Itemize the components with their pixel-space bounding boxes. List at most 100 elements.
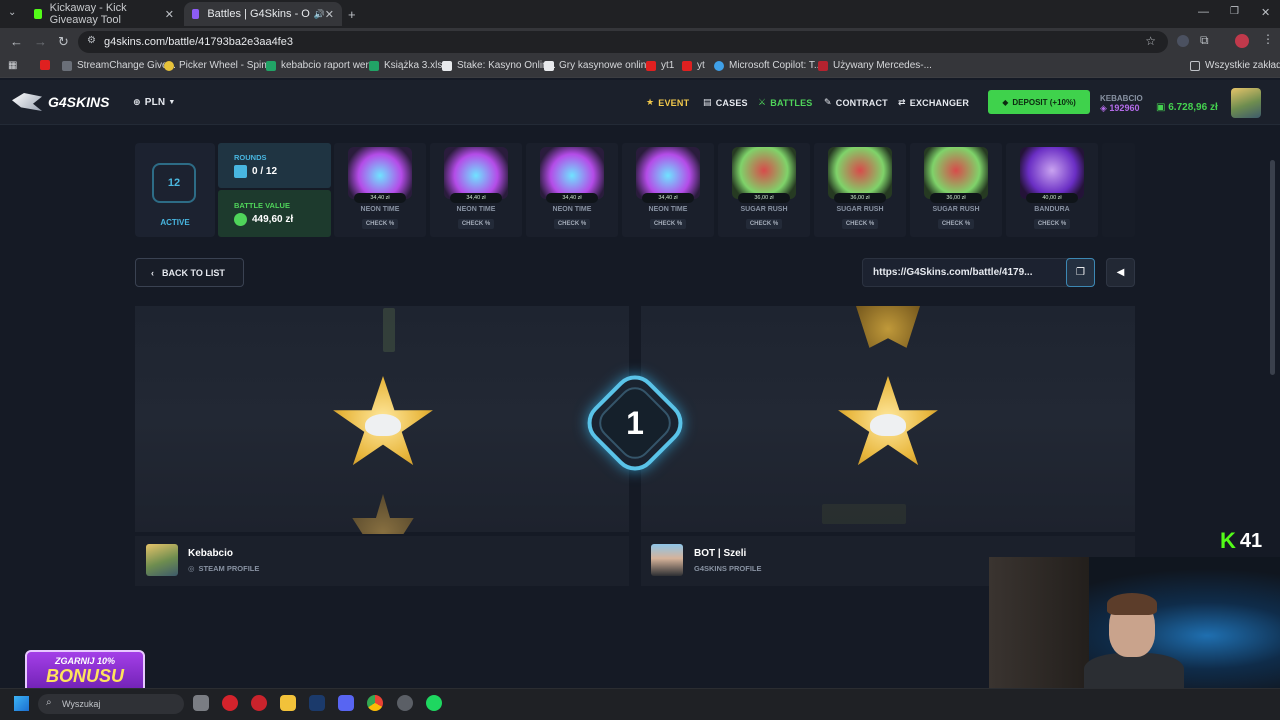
nav-battles[interactable]: ⚔ BATTLES <box>758 97 813 108</box>
g4skins-logo[interactable]: G4SKINS <box>12 93 109 111</box>
chrome-icon[interactable] <box>367 695 383 711</box>
nav-event[interactable]: ★ EVENT <box>646 97 689 108</box>
bookmark-picker-wheel[interactable]: Picker Wheel - Spin... <box>164 60 275 71</box>
bookmark-copilot[interactable]: Microsoft Copilot: T... <box>714 60 822 71</box>
task-view-icon[interactable] <box>193 695 209 711</box>
tab-close-icon[interactable]: ✕ <box>325 8 334 21</box>
file-explorer-icon[interactable] <box>280 695 296 711</box>
g4-logo-icon <box>365 414 401 436</box>
case-price: 34,40 zł <box>450 193 502 203</box>
steam-icon: ◎ <box>188 564 195 573</box>
bookmark-gry[interactable]: Gry kasynowe onlin... <box>544 60 655 71</box>
case-price: 34,40 zł <box>546 193 598 203</box>
case-card[interactable]: 34,40 zł NEON TIME CHECK % <box>526 143 618 237</box>
battle-share-url[interactable]: https://G4Skins.com/battle/4179... <box>862 258 1095 287</box>
all-bookmarks-folder[interactable]: Wszystkie zakładki <box>1190 60 1280 71</box>
case-price: 40,00 zł <box>1026 193 1078 203</box>
restore-icon[interactable]: ❐ <box>1230 6 1239 17</box>
player-2-avatar[interactable] <box>651 544 683 576</box>
sheets-icon <box>266 60 276 71</box>
case-check-button[interactable]: CHECK % <box>650 219 686 229</box>
stake-icon <box>544 60 554 71</box>
nav-contract[interactable]: ✎ CONTRACT <box>824 97 888 108</box>
discord-icon[interactable] <box>338 695 354 711</box>
nav-exchanger[interactable]: ⇄ EXCHANGER <box>898 97 969 108</box>
excel-icon <box>369 60 379 71</box>
reload-icon[interactable]: ↻ <box>58 34 69 50</box>
player-2-profile[interactable]: G4SKINS PROFILE <box>694 564 762 573</box>
kick-logo-icon: K <box>1220 528 1236 553</box>
case-check-button[interactable]: CHECK % <box>458 219 494 229</box>
tab-close-icon[interactable]: ✕ <box>165 8 174 21</box>
address-bar[interactable]: ⚙ g4skins.com/battle/41793ba2e3aa4fe3 ☆ <box>78 31 1168 53</box>
extension-icon[interactable] <box>1177 35 1189 47</box>
sound-toggle-button[interactable]: ◀ <box>1106 258 1135 287</box>
tab-audio-icon[interactable]: 🔊 <box>314 9 325 20</box>
case-check-button[interactable]: CHECK % <box>362 219 398 229</box>
user-avatar[interactable] <box>1231 88 1261 118</box>
search-placeholder: Wyszukaj <box>62 699 101 709</box>
case-check-button[interactable]: CHECK % <box>554 219 590 229</box>
tab-kickaway[interactable]: Kickaway - Kick Giveaway Tool ✕ <box>26 2 182 26</box>
forward-arrow-icon[interactable]: → <box>34 34 47 49</box>
steam-app-icon[interactable] <box>309 695 325 711</box>
bookmark-stake[interactable]: Stake: Kasyno Onlin... <box>442 60 556 71</box>
case-card[interactable]: 34,40 zł NEON TIME CHECK % <box>334 143 426 237</box>
case-card[interactable]: 34,40 zł NEON TIME CHECK % <box>430 143 522 237</box>
apps-grid-icon[interactable]: ▦ <box>8 60 17 71</box>
back-arrow-icon[interactable]: ← <box>10 34 23 49</box>
player-1-name[interactable]: Kebabcio <box>188 548 233 559</box>
case-check-button[interactable]: CHECK % <box>1034 219 1070 229</box>
obs-icon[interactable] <box>397 695 413 711</box>
currency-selector[interactable]: ⊕ PLN ▼ <box>133 97 176 108</box>
case-check-button[interactable]: CHECK % <box>746 219 782 229</box>
spotify-icon[interactable] <box>426 695 442 711</box>
bookmark-label: Gry kasynowe onlin... <box>559 60 655 71</box>
site-info-icon[interactable]: ⚙ <box>87 35 96 46</box>
deposit-button[interactable]: ◆ DEPOSIT (+10%) <box>988 90 1090 114</box>
player-1-profile[interactable]: ◎ STEAM PROFILE <box>188 564 259 573</box>
bookmark-youtube[interactable] <box>40 60 55 70</box>
bookmark-yt[interactable]: yt <box>682 60 705 71</box>
bookmark-label: Używany Mercedes-... <box>833 60 932 71</box>
bookmark-star-icon[interactable]: ☆ <box>1145 34 1156 48</box>
player-1-avatar[interactable] <box>146 544 178 576</box>
case-name: BANDURA <box>1034 206 1070 213</box>
bookmark-streamchange[interactable]: StreamChange Give... <box>62 60 176 71</box>
copy-link-button[interactable]: ❐ <box>1066 258 1095 287</box>
page-scrollbar[interactable] <box>1270 160 1275 375</box>
minimize-icon[interactable]: — <box>1198 6 1209 18</box>
rounds-box: ROUNDS 0 / 12 <box>218 143 331 188</box>
nav-cases[interactable]: ▤ CASES <box>703 97 748 108</box>
windows-start-icon[interactable] <box>14 696 29 711</box>
cash-icon: ▣ <box>1156 102 1169 113</box>
opera-gx-icon[interactable] <box>251 695 267 711</box>
bookmark-raport[interactable]: kebabcio raport wer... <box>266 60 377 71</box>
extensions-puzzle-icon[interactable]: ⧉ <box>1200 33 1209 48</box>
player-2-name[interactable]: BOT | Szeli <box>694 548 746 559</box>
back-label: BACK TO LIST <box>162 267 225 278</box>
case-card[interactable]: 36,00 zł SUGAR RUSH CHECK % <box>910 143 1002 237</box>
case-card[interactable]: 34,40 zł NEON TIME CHECK % <box>622 143 714 237</box>
new-tab-icon[interactable]: + <box>348 7 356 22</box>
bookmark-mercedes[interactable]: Używany Mercedes-... <box>818 60 932 71</box>
tab-battles[interactable]: Battles | G4Skins - Open CS 🔊 ✕ <box>184 2 342 26</box>
profile-avatar-icon[interactable] <box>1235 34 1249 48</box>
back-to-list-button[interactable]: ‹ BACK TO LIST <box>135 258 244 287</box>
case-card-partial[interactable] <box>1102 143 1135 237</box>
case-card[interactable]: 36,00 zł SUGAR RUSH CHECK % <box>718 143 810 237</box>
case-card[interactable]: 40,00 zł BANDURA CHECK % <box>1006 143 1098 237</box>
menu-dots-icon[interactable]: ⋮ <box>1262 32 1274 46</box>
close-window-icon[interactable]: ✕ <box>1261 6 1270 19</box>
battle-value-label: BATTLE VALUE <box>234 201 290 210</box>
case-check-button[interactable]: CHECK % <box>842 219 878 229</box>
search-icon: ⌕ <box>46 697 52 708</box>
case-check-button[interactable]: CHECK % <box>938 219 974 229</box>
tab-search-icon[interactable]: ⌄ <box>8 7 16 18</box>
bookmark-label: kebabcio raport wer... <box>281 60 377 71</box>
bookmark-ksiazka[interactable]: Książka 3.xlsx <box>369 60 447 71</box>
opera-icon[interactable] <box>222 695 238 711</box>
bookmark-yt1[interactable]: yt1 <box>646 60 674 71</box>
taskbar-search[interactable]: ⌕ Wyszukaj <box>38 694 184 714</box>
case-card[interactable]: 36,00 zł SUGAR RUSH CHECK % <box>814 143 906 237</box>
